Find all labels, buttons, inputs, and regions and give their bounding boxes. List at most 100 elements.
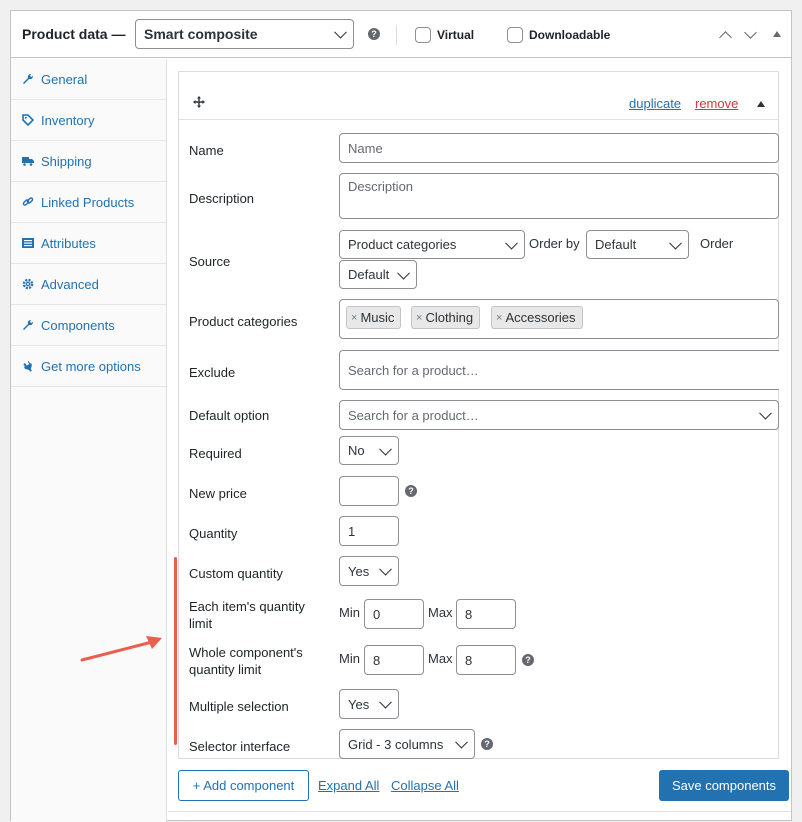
category-tag: × Music <box>346 306 402 329</box>
downloadable-checkbox[interactable] <box>507 27 523 43</box>
move-handle-icon[interactable] <box>193 96 205 108</box>
wrench-icon <box>23 319 34 330</box>
category-tag: × Clothing <box>411 306 481 329</box>
tab-inventory[interactable]: Inventory <box>11 100 166 141</box>
order-by-select[interactable]: Default <box>586 230 689 259</box>
product-categories-label: Product categories <box>189 314 298 329</box>
annotation-bracket <box>174 557 177 745</box>
truck-icon <box>22 157 34 166</box>
tab-linked-products[interactable]: Linked Products <box>11 182 166 223</box>
virtual-label: Virtual <box>437 28 475 42</box>
gear-icon <box>22 278 34 290</box>
required-label: Required <box>189 446 242 461</box>
default-option-select[interactable]: Search for a product… <box>339 400 779 430</box>
custom-quantity-select[interactable]: Yes <box>339 556 399 586</box>
remove-link[interactable]: remove <box>695 96 738 111</box>
tab-get-more-options[interactable]: Get more options <box>11 346 166 387</box>
product-data-title: Product data — <box>22 26 126 42</box>
add-component-button[interactable]: + Add component <box>178 770 309 801</box>
tab-label: Components <box>41 317 115 333</box>
new-price-input[interactable] <box>339 476 399 506</box>
order-label: Order <box>700 236 734 251</box>
quantity-input[interactable]: 1 <box>339 516 399 546</box>
tab-label: Linked Products <box>41 194 135 210</box>
description-textarea[interactable]: Description <box>339 173 779 219</box>
help-icon[interactable]: ? <box>405 485 417 497</box>
description-label: Description <box>189 191 255 206</box>
product-type-value: Smart composite <box>144 26 258 42</box>
move-down-icon[interactable] <box>744 26 757 39</box>
tab-attributes[interactable]: Attributes <box>11 223 166 264</box>
chevron-down-icon <box>379 442 392 456</box>
chevron-down-icon <box>455 735 468 749</box>
name-label: Name <box>189 143 224 158</box>
multiple-selection-select[interactable]: Yes <box>339 689 399 719</box>
tab-components[interactable]: Components <box>11 305 166 346</box>
collapse-panel-icon[interactable] <box>773 31 781 37</box>
whole-component-limit-label: Whole component's quantity limit <box>189 645 303 677</box>
selector-interface-select[interactable]: Grid - 3 columns <box>339 729 475 759</box>
whole-component-max-input[interactable]: 8 <box>456 645 516 675</box>
remove-tag-icon[interactable]: × <box>496 312 502 324</box>
new-price-label: New price <box>189 486 247 501</box>
quantity-label: Quantity <box>189 526 238 541</box>
divider <box>168 811 791 812</box>
component-actions: + Add component Expand All Collapse All … <box>178 770 789 810</box>
tab-advanced[interactable]: Advanced <box>11 264 166 305</box>
collapse-all-link[interactable]: Collapse All <box>391 778 459 793</box>
tab-label: General <box>41 71 88 87</box>
each-item-limit-label: Each item's quantity limit <box>189 599 305 631</box>
chevron-down-icon <box>669 236 682 250</box>
remove-tag-icon[interactable]: × <box>416 312 422 324</box>
name-input[interactable]: Name <box>339 133 779 163</box>
chevron-down-icon <box>759 406 772 420</box>
annotation-arrow-icon <box>80 636 162 662</box>
help-icon[interactable]: ? <box>481 738 493 750</box>
whole-component-min-label: Min <box>339 651 360 666</box>
move-up-icon[interactable] <box>719 31 732 44</box>
tab-label: Inventory <box>41 112 95 128</box>
help-icon[interactable]: ? <box>368 28 380 40</box>
wrench-icon <box>23 73 34 84</box>
help-icon[interactable]: ? <box>522 654 534 666</box>
remove-tag-icon[interactable]: × <box>351 312 357 324</box>
tab-label: Get more options <box>41 358 141 374</box>
product-data-panel: Product data — Smart composite ? Virtual… <box>10 10 792 822</box>
source-select[interactable]: Product categories <box>339 230 525 259</box>
downloadable-label: Downloadable <box>529 28 611 42</box>
duplicate-link[interactable]: duplicate <box>629 96 681 111</box>
exclude-search-input[interactable]: Search for a product… <box>339 350 779 390</box>
product-data-tabs: General Inventory Shipping Linked Produc… <box>11 59 167 822</box>
source-label: Source <box>189 254 231 269</box>
expand-all-link[interactable]: Expand All <box>318 778 379 793</box>
category-tag: × Accessories <box>491 306 583 329</box>
tab-shipping[interactable]: Shipping <box>11 141 166 182</box>
order-select[interactable]: Default <box>339 260 417 289</box>
required-select[interactable]: No <box>339 436 399 465</box>
exclude-label: Exclude <box>189 365 236 380</box>
chevron-down-icon <box>505 236 518 250</box>
product-data-header: Product data — Smart composite ? Virtual… <box>11 11 791 58</box>
each-item-max-label: Max <box>428 605 453 620</box>
plugin-icon <box>23 361 32 372</box>
each-item-min-label: Min <box>339 605 360 620</box>
component-box: duplicate remove Name Name Description D… <box>178 71 779 759</box>
link-icon <box>22 197 34 206</box>
whole-component-min-input[interactable]: 8 <box>364 645 424 675</box>
tab-label: Shipping <box>41 153 92 169</box>
selector-interface-label: Selector interface <box>189 739 291 754</box>
tab-general[interactable]: General <box>11 59 166 100</box>
custom-quantity-label: Custom quantity <box>189 566 283 581</box>
each-item-min-input[interactable]: 0 <box>364 599 424 629</box>
component-header: duplicate remove <box>179 72 778 120</box>
product-type-select[interactable]: Smart composite <box>135 19 354 49</box>
order-by-label: Order by <box>529 236 580 251</box>
each-item-max-input[interactable]: 8 <box>456 599 516 629</box>
chevron-down-icon <box>379 695 392 709</box>
default-option-label: Default option <box>189 408 270 423</box>
collapse-component-icon[interactable] <box>757 101 765 107</box>
divider <box>396 25 397 45</box>
virtual-checkbox[interactable] <box>415 27 431 43</box>
tab-label: Advanced <box>41 276 99 292</box>
save-components-button[interactable]: Save components <box>659 770 789 801</box>
